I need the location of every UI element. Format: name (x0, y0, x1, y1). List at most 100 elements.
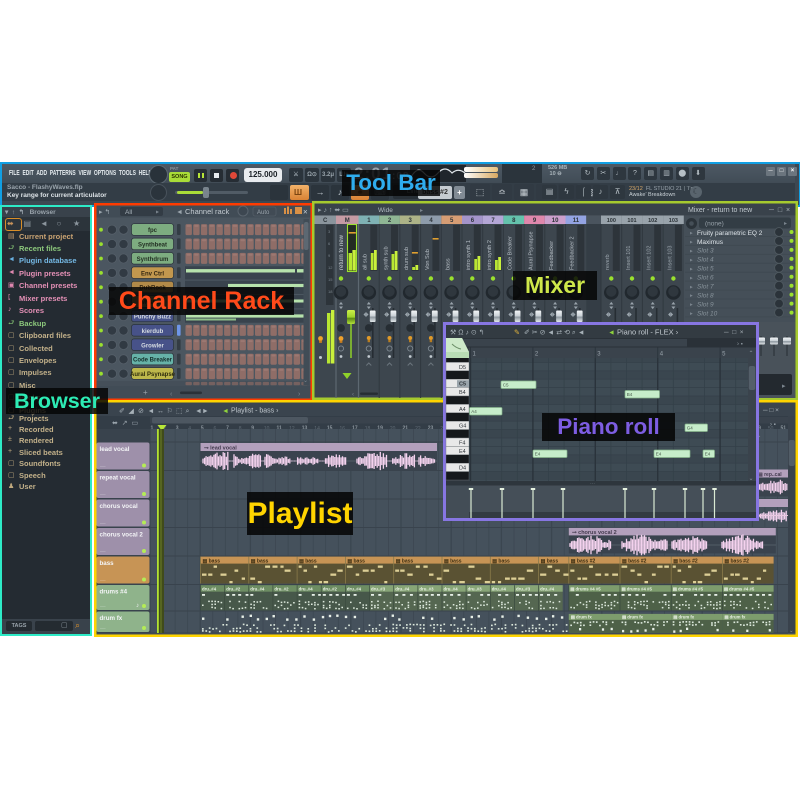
svg-text:Slot 8: Slot 8 (697, 292, 714, 299)
svg-text:⚒ Ω ♪ ⊙ ↰: ⚒ Ω ♪ ⊙ ↰ (450, 329, 485, 337)
svg-text:101: 101 (627, 218, 636, 224)
svg-text:drum sub: drum sub (404, 247, 410, 270)
svg-text:dru..#4: dru..#4 (250, 586, 265, 591)
svg-text:✎: ✎ (514, 330, 520, 337)
svg-text:(none): (none) (705, 221, 724, 228)
svg-text:Synthbeat: Synthbeat (138, 243, 167, 249)
svg-text:⊸ chorus vocal 2: ⊸ chorus vocal 2 (572, 530, 617, 536)
svg-text:▸ ♪ ↑ ⬌ ▭: ▸ ♪ ↑ ⬌ ▭ (318, 207, 349, 214)
svg-text:◄►: ◄► (195, 408, 209, 415)
svg-text:B4: B4 (459, 390, 466, 396)
svg-text:⌃: ⌃ (749, 350, 754, 357)
svg-text:♪: ♪ (136, 603, 139, 609)
svg-text:▸: ▸ (690, 302, 693, 308)
svg-text:Punchy Buzz: Punchy Buzz (134, 315, 171, 321)
svg-text:Fruity parametric EQ 2: Fruity parametric EQ 2 (697, 230, 763, 237)
svg-text:▤ drum fx: ▤ drum fx (673, 615, 695, 620)
svg-text:Code Breaker: Code Breaker (508, 236, 514, 270)
svg-text:▤ bass #2: ▤ bass #2 (622, 558, 647, 564)
svg-text:synth sub: synth sub (383, 246, 389, 270)
svg-text:B4: B4 (627, 392, 633, 397)
svg-text:Von Sub: Von Sub (425, 249, 431, 270)
svg-text:▤ bass: ▤ bass (251, 558, 269, 564)
svg-text:Auto: Auto (257, 210, 270, 216)
svg-text:D5: D5 (459, 365, 466, 371)
svg-text:◄: ◄ (148, 408, 155, 415)
svg-text:Playlist - bass ›: Playlist - bass › (231, 408, 279, 415)
svg-text:▸: ▸ (690, 249, 693, 255)
svg-text:D4: D4 (459, 466, 466, 472)
svg-text:▸: ▸ (782, 383, 786, 390)
svg-text:Mixer - return to new: Mixer - return to new (688, 207, 753, 214)
svg-text:dru..#4: dru..#4 (444, 586, 459, 591)
svg-text:12: 12 (328, 265, 333, 270)
svg-text:▤ rep..cal: ▤ rep..cal (758, 472, 782, 478)
svg-text:10: 10 (552, 218, 559, 224)
svg-text:Slot 3: Slot 3 (697, 248, 714, 255)
svg-text:lead vocal: lead vocal (100, 446, 130, 453)
svg-text:▸: ▸ (690, 240, 693, 246)
svg-text:18: 18 (328, 289, 333, 294)
svg-text:Slot 7: Slot 7 (697, 284, 714, 291)
svg-text:repeat vocal: repeat vocal (100, 475, 136, 482)
svg-text:Aural Psynapse: Aural Psynapse (130, 372, 176, 378)
svg-text:C5: C5 (459, 382, 466, 388)
svg-text:kierdub: kierdub (142, 329, 164, 335)
svg-text:✐: ✐ (119, 408, 125, 415)
svg-text:↔: ↔ (157, 408, 164, 415)
svg-text:▸: ▸ (690, 311, 693, 317)
svg-text:⊘: ⊘ (138, 408, 144, 415)
svg-text:intro synth 2: intro synth 2 (487, 240, 493, 270)
svg-text:▸: ▸ (690, 266, 693, 272)
svg-text:Growler: Growler (141, 343, 164, 349)
svg-text:×: × (303, 208, 308, 217)
svg-text:103: 103 (669, 218, 678, 224)
svg-text:› ▪: › ▪ (737, 342, 743, 348)
svg-text:––: –– (100, 521, 106, 527)
svg-text:▤ drum fx: ▤ drum fx (724, 615, 746, 620)
svg-text:Feedbacker: Feedbacker (549, 241, 555, 270)
svg-text:▸: ▸ (690, 258, 693, 264)
svg-text:Insert 103: Insert 103 (667, 246, 673, 270)
svg-text:▸: ▸ (690, 275, 693, 281)
svg-text:dru..#3: dru..#3 (516, 586, 531, 591)
svg-text:Piano roll - FLEX ›: Piano roll - FLEX › (617, 328, 679, 337)
svg-text:Aural Psynapse: Aural Psynapse (528, 231, 534, 270)
svg-text:dru..#3: dru..#3 (371, 586, 386, 591)
svg-text:reverb: reverb (605, 254, 611, 270)
svg-text:+: + (143, 388, 148, 397)
svg-text:11: 11 (573, 218, 580, 224)
svg-text:▤ drums #4 #5: ▤ drums #4 #5 (570, 586, 601, 591)
svg-text:▤ bass: ▤ bass (492, 558, 510, 564)
svg-text:◄: ◄ (608, 330, 615, 337)
svg-text:bass: bass (446, 258, 452, 270)
svg-text:Slot 9: Slot 9 (697, 301, 714, 308)
svg-text:dru..#2: dru..#2 (323, 586, 338, 591)
svg-text:G4: G4 (459, 424, 466, 430)
svg-text:◄: ◄ (176, 209, 183, 216)
svg-text:▤ bass: ▤ bass (299, 558, 317, 564)
svg-text:─ □ ×: ─ □ × (768, 207, 790, 214)
svg-text:Maximus: Maximus (697, 239, 724, 246)
svg-text:C: C (323, 218, 328, 224)
svg-text:––: –– (100, 549, 106, 555)
svg-text:▤ drums #4 #5: ▤ drums #4 #5 (673, 586, 704, 591)
svg-text:▤ drum fx: ▤ drum fx (571, 615, 593, 620)
svg-text:dru..#4: dru..#4 (540, 586, 555, 591)
svg-text:––: –– (100, 578, 106, 584)
svg-text:⬚: ⬚ (176, 408, 183, 415)
svg-text:⬌ ↗ ▭: ⬌ ↗ ▭ (112, 420, 138, 427)
svg-text:⌄: ⌄ (303, 378, 308, 384)
svg-text:dru..#3: dru..#3 (419, 586, 434, 591)
svg-text:─ □ ×: ─ □ × (762, 407, 779, 414)
svg-text:‹: ‹ (352, 392, 354, 398)
svg-text:▸: ▸ (690, 284, 693, 290)
svg-text:E4: E4 (705, 452, 711, 457)
svg-text:chorus vocal 2: chorus vocal 2 (100, 532, 144, 539)
svg-text:chorus vocal: chorus vocal (100, 503, 138, 510)
svg-text:dru..#2: dru..#2 (274, 586, 289, 591)
svg-text:E4: E4 (656, 452, 662, 457)
svg-text:⊸ lead vocal: ⊸ lead vocal (204, 446, 237, 452)
svg-text:E4: E4 (535, 452, 541, 457)
svg-text:▤ bass: ▤ bass (444, 558, 462, 564)
